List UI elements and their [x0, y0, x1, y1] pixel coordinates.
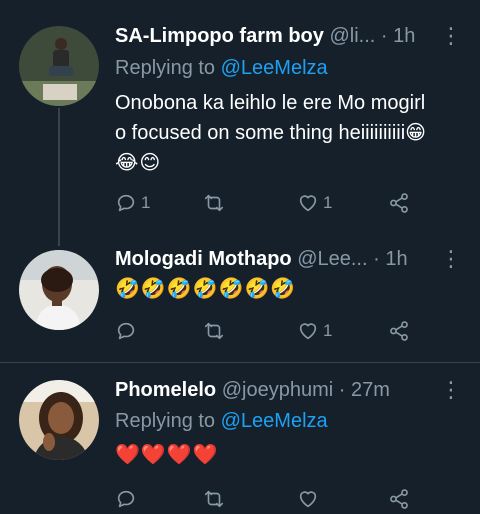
avatar-image	[19, 250, 99, 330]
heart-icon	[299, 195, 317, 212]
tweet-actions	[115, 486, 415, 512]
user-handle[interactable]: @joeyphumi	[222, 379, 333, 401]
separator-dot: ·	[338, 379, 346, 401]
tweet-card[interactable]: SA-Limpopo farm boy @li... · 1h ⋮ Replyi…	[0, 0, 480, 246]
reply-icon	[117, 194, 135, 212]
reply-button[interactable]	[115, 486, 141, 512]
tweet-header: Mologadi Mothapo @Lee... · 1h	[115, 244, 415, 274]
display-name[interactable]: Phomelelo	[115, 379, 216, 401]
timestamp[interactable]: 27m	[351, 379, 390, 401]
heart-icon	[299, 491, 317, 508]
reply-button[interactable]: 1	[115, 190, 150, 216]
tweet-header: SA-Limpopo farm boy @li... · 1h	[115, 21, 415, 51]
tweet-header: Phomelelo @joeyphumi · 27m	[115, 375, 415, 405]
tweet-text-line: ❤️❤️❤️❤️	[115, 444, 219, 466]
share-button[interactable]	[388, 486, 410, 512]
retweet-button[interactable]	[203, 486, 229, 512]
reply-count: 1	[141, 193, 151, 212]
share-icon	[390, 489, 408, 509]
display-name[interactable]: SA-Limpopo farm boy	[115, 25, 324, 47]
tweet-actions: 1	[115, 318, 415, 344]
tweet-text: Onobona ka leihlo le ere Mo mogirl o foc…	[115, 88, 465, 178]
reply-icon	[117, 490, 135, 508]
user-handle[interactable]: @Lee...	[297, 248, 367, 270]
thread-line	[58, 108, 60, 246]
like-count: 1	[323, 321, 333, 340]
replying-to-line: Replying to @LeeMelza	[115, 407, 328, 435]
share-button[interactable]	[388, 190, 410, 216]
tweet-card[interactable]: Phomelelo @joeyphumi · 27m ⋮ Replying to…	[0, 363, 480, 514]
more-options-icon[interactable]: ⋮	[440, 244, 462, 274]
retweet-icon	[204, 322, 224, 340]
tweet-text-line: 🤣🤣🤣🤣🤣🤣🤣	[115, 278, 297, 300]
reply-icon	[117, 322, 135, 340]
like-button[interactable]: 1	[297, 318, 332, 344]
avatar-image	[19, 380, 99, 460]
user-handle[interactable]: @li...	[329, 25, 375, 47]
separator-dot: ·	[373, 248, 380, 270]
reply-button[interactable]	[115, 318, 141, 344]
tweet-text-line: o focused on some thing heiiiiiiiiii😁	[115, 122, 427, 144]
display-name[interactable]: Mologadi Mothapo	[115, 248, 292, 270]
like-button[interactable]: 1	[297, 190, 332, 216]
more-options-icon[interactable]: ⋮	[440, 21, 462, 51]
replying-to-label: Replying to	[115, 410, 216, 432]
avatar[interactable]	[19, 26, 99, 106]
retweet-icon	[204, 490, 224, 508]
tweet-text: 🤣🤣🤣🤣🤣🤣🤣	[115, 274, 465, 304]
heart-icon	[299, 323, 317, 340]
avatar[interactable]	[19, 380, 99, 460]
retweet-button[interactable]	[203, 190, 229, 216]
separator-dot: ·	[380, 25, 388, 47]
share-icon	[390, 321, 408, 341]
mention-link[interactable]: @LeeMelza	[221, 57, 328, 79]
like-count: 1	[323, 193, 333, 212]
more-options-icon[interactable]: ⋮	[440, 375, 462, 405]
avatar-image	[19, 26, 99, 106]
tweet-actions: 1 1	[115, 190, 415, 216]
tweet-text-line: Onobona ka leihlo le ere Mo mogirl	[115, 92, 426, 114]
replying-to-label: Replying to	[115, 57, 216, 79]
tweet-text: ❤️❤️❤️❤️	[115, 440, 465, 470]
retweet-icon	[204, 194, 224, 212]
timestamp[interactable]: 1h	[393, 25, 415, 47]
retweet-button[interactable]	[203, 318, 229, 344]
like-button[interactable]	[297, 486, 323, 512]
tweet-text-line: 😂😊	[115, 152, 162, 174]
replying-to-line: Replying to @LeeMelza	[115, 54, 328, 82]
share-icon	[390, 193, 408, 213]
mention-link[interactable]: @LeeMelza	[221, 410, 328, 432]
avatar[interactable]	[19, 250, 99, 330]
tweet-card[interactable]: Mologadi Mothapo @Lee... · 1h ⋮ 🤣🤣🤣🤣🤣🤣🤣 …	[0, 240, 480, 362]
share-button[interactable]	[388, 318, 410, 344]
timestamp[interactable]: 1h	[385, 248, 407, 270]
